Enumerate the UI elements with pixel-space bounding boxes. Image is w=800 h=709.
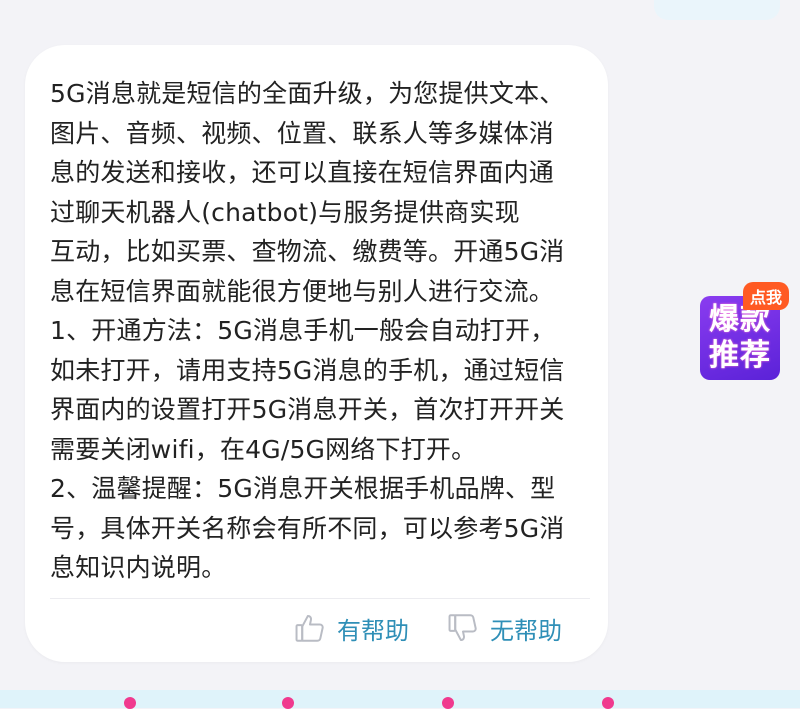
answer-text: 5G消息就是短信的全面升级，为您提供文本、 图片、音频、视频、位置、联系人等多媒… <box>50 74 595 588</box>
answer-line: 5G消息就是短信的全面升级，为您提供文本、 <box>50 79 565 108</box>
promo-title: 爆款 推荐 <box>706 302 774 374</box>
helpful-label: 有帮助 <box>337 616 409 645</box>
answer-line: 互动，比如买票、查物流、缴费等。开通5G消 <box>50 237 565 266</box>
indicator-dot <box>124 697 136 709</box>
answer-line: 息知识内说明。 <box>50 553 227 582</box>
unhelpful-button[interactable]: 无帮助 <box>446 610 562 646</box>
bottom-toolbar <box>0 690 800 708</box>
answer-line: 图片、音频、视频、位置、联系人等多媒体消 <box>50 118 555 148</box>
answer-line: 号，具体开关名称会有所不同，可以参考5G消 <box>50 513 565 543</box>
answer-line: 需要关闭wifi，在4G/5G网络下打开。 <box>50 434 477 464</box>
helpful-button[interactable]: 有帮助 <box>293 610 409 646</box>
thumbs-down-icon <box>448 614 477 642</box>
thumbs-up-icon <box>295 614 324 642</box>
answer-line: 息的发送和接收，还可以直接在短信界面内通 <box>50 158 555 187</box>
indicator-dot <box>282 697 294 709</box>
answer-line: 界面内的设置打开5G消息开关，首次打开开关 <box>50 395 565 424</box>
indicator-dot <box>442 697 454 709</box>
promo-tag[interactable]: 点我 <box>743 282 790 310</box>
answer-line: 如未打开，请用支持5G消息的手机，通过短信 <box>50 355 565 385</box>
indicator-dot <box>602 697 614 709</box>
promo-line-2: 推荐 <box>709 338 771 373</box>
answer-line: 息在短信界面就能很方便地与别人进行交流。 <box>50 276 555 306</box>
card-divider <box>50 598 590 599</box>
answer-line: 过聊天机器人(chatbot)与服务提供商实现 <box>50 197 520 227</box>
answer-line: 1、开通方法：5G消息手机一般会自动打开， <box>50 316 556 345</box>
previous-message-bubble <box>654 0 780 20</box>
unhelpful-label: 无帮助 <box>490 616 562 645</box>
answer-line: 2、温馨提醒：5G消息开关根据手机品牌、型 <box>50 474 556 503</box>
